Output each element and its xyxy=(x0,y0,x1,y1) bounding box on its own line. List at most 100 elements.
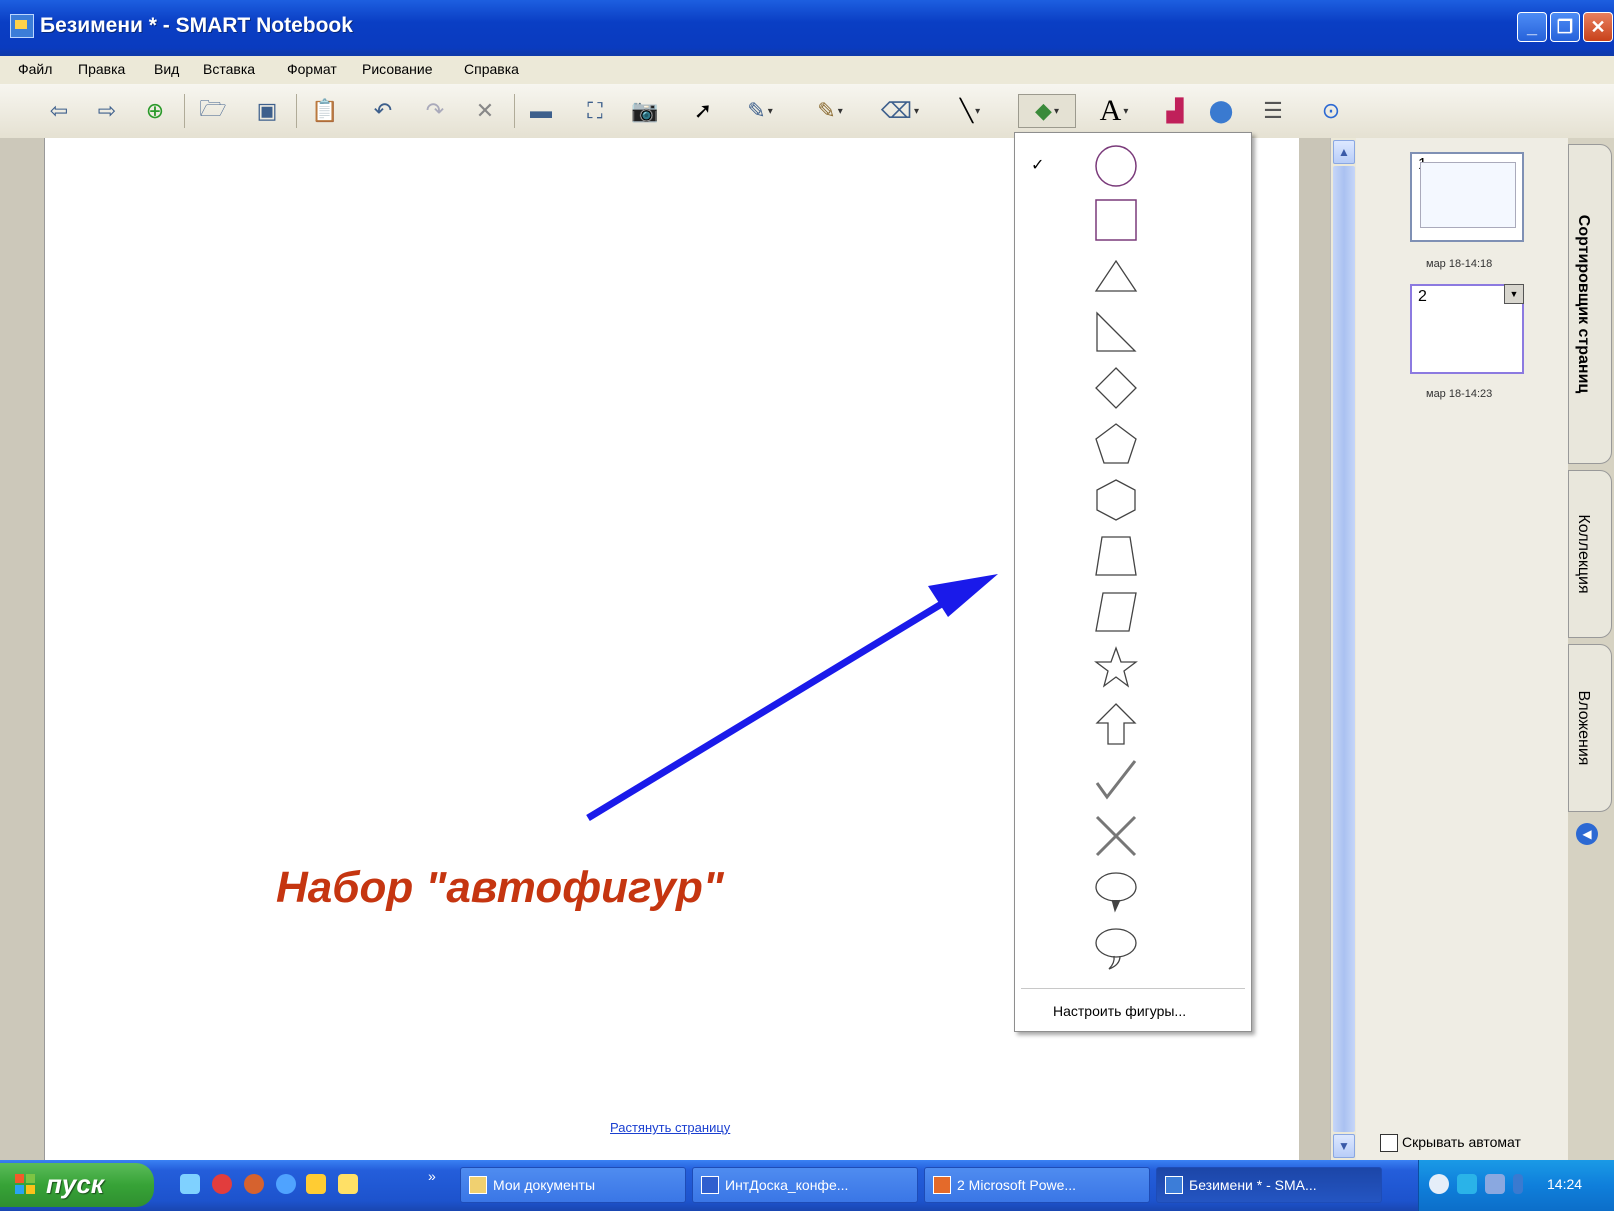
task-label: ИнтДоска_конфе... xyxy=(725,1177,849,1193)
checkmark-shape-icon xyxy=(1095,760,1137,800)
tab-gallery[interactable]: Коллекция xyxy=(1568,470,1612,638)
delete-button[interactable]: ✕ xyxy=(470,96,500,126)
canvas-right-margin xyxy=(1299,138,1330,1160)
properties-icon: ⬤ xyxy=(1208,98,1234,123)
eraser-button[interactable]: ⌫ ▾ xyxy=(876,96,924,126)
task-my-documents[interactable]: Мои документы xyxy=(460,1167,686,1203)
scroll-down-button[interactable]: ▼ xyxy=(1333,1134,1355,1158)
quicklaunch-app-icon[interactable] xyxy=(306,1174,326,1194)
arrow-up-shape-icon xyxy=(1095,703,1137,745)
task-smart-notebook[interactable]: Безимени * - SMA... xyxy=(1156,1167,1382,1203)
more-button[interactable]: ☰ xyxy=(1258,96,1288,126)
menu-insert[interactable]: Вставка xyxy=(203,61,255,77)
start-label: пуск xyxy=(46,1169,104,1199)
pen-icon: ✎ xyxy=(747,98,766,123)
screen-shade-button[interactable]: ▬ xyxy=(526,96,556,126)
line-button[interactable]: ╲ ▾ xyxy=(946,96,994,126)
page-menu-button[interactable]: ▼ xyxy=(1504,284,1524,304)
speech-bubble-shape-icon xyxy=(1095,872,1137,913)
autohide-label: Скрывать автомат xyxy=(1402,1134,1521,1150)
save-button[interactable]: ▣ xyxy=(252,96,282,126)
help-button[interactable]: ⊙ xyxy=(1316,96,1346,126)
shape-item-speech-bubble[interactable] xyxy=(1015,863,1251,918)
shape-item-hexagon[interactable] xyxy=(1015,471,1251,526)
vertical-scrollbar[interactable]: ▲ ▼ xyxy=(1330,138,1357,1160)
menu-file[interactable]: Файл xyxy=(18,61,52,77)
tray-app-icon[interactable] xyxy=(1513,1174,1523,1194)
shape-item-cross[interactable] xyxy=(1015,807,1251,862)
tray-collapse-icon[interactable] xyxy=(1429,1174,1449,1194)
quicklaunch-media-icon[interactable] xyxy=(244,1174,264,1194)
minimize-button[interactable]: _ xyxy=(1517,12,1547,42)
start-button[interactable]: пуск xyxy=(0,1163,154,1207)
shape-item-pentagon[interactable] xyxy=(1015,415,1251,470)
shape-item-diamond[interactable] xyxy=(1015,359,1251,414)
quicklaunch-expand-icon[interactable]: » xyxy=(428,1168,436,1184)
shape-item-square[interactable] xyxy=(1015,191,1251,246)
forward-button[interactable]: ⇨ xyxy=(92,96,122,126)
more-icon: ☰ xyxy=(1263,98,1283,123)
smart-notebook-icon xyxy=(1165,1176,1183,1194)
redo-button[interactable]: ↷ xyxy=(420,96,450,126)
quicklaunch-opera-icon[interactable] xyxy=(212,1174,232,1194)
add-page-button[interactable]: ⊕ xyxy=(140,96,170,126)
back-button[interactable]: ⇦ xyxy=(44,96,74,126)
shape-item-parallelogram[interactable] xyxy=(1015,583,1251,638)
shape-item-checkmark[interactable] xyxy=(1015,751,1251,806)
task-word-document[interactable]: ИнтДоска_конфе... xyxy=(692,1167,918,1203)
text-button[interactable]: A ▾ xyxy=(1090,94,1138,127)
customize-shapes-item[interactable]: Настроить фигуры... xyxy=(1053,1003,1186,1019)
trapezoid-shape-icon xyxy=(1095,536,1137,576)
select-button[interactable]: ➚ xyxy=(688,96,718,126)
undo-button[interactable]: ↶ xyxy=(368,96,398,126)
autohide-toggle[interactable]: Скрывать автомат xyxy=(1380,1134,1521,1153)
open-button[interactable]: 🗁 xyxy=(198,96,228,126)
paste-button[interactable]: 📋 xyxy=(310,96,340,126)
restore-button[interactable]: ❐ xyxy=(1550,12,1580,42)
tab-attachments[interactable]: Вложения xyxy=(1568,644,1612,812)
collapse-sidebar-icon[interactable]: ◀ xyxy=(1576,823,1598,845)
dropdown-arrow-icon: ▾ xyxy=(767,105,773,117)
tab-page-sorter[interactable]: Сортировщик страниц xyxy=(1568,144,1612,464)
redo-icon: ↷ xyxy=(425,98,445,123)
windows-logo-icon xyxy=(15,1174,35,1194)
creative-pen-button[interactable]: ✎ ▾ xyxy=(806,96,854,126)
properties-button[interactable]: ⬤ xyxy=(1206,96,1236,126)
shape-item-triangle[interactable] xyxy=(1015,247,1251,302)
task-powerpoint-group[interactable]: 2 Microsoft Powe... xyxy=(924,1167,1150,1203)
stretch-page-link[interactable]: Растянуть страницу xyxy=(610,1120,730,1135)
tray-network-icon[interactable] xyxy=(1457,1174,1477,1194)
full-screen-button[interactable]: ⛶ xyxy=(580,96,610,126)
fill-button[interactable]: ▟ xyxy=(1160,96,1190,126)
open-icon: 🗁 xyxy=(199,96,227,121)
shape-item-circle[interactable]: ✓ xyxy=(1015,137,1251,192)
scroll-thumb[interactable] xyxy=(1333,166,1355,1132)
right-triangle-shape-icon xyxy=(1096,311,1137,352)
pen-button[interactable]: ✎ ▾ xyxy=(736,96,784,126)
shape-item-star[interactable] xyxy=(1015,639,1251,694)
shape-item-right-triangle[interactable] xyxy=(1015,303,1251,358)
menu-view[interactable]: Вид xyxy=(154,61,179,77)
scroll-up-button[interactable]: ▲ xyxy=(1333,140,1355,164)
menu-format[interactable]: Формат xyxy=(287,61,337,77)
shape-item-arrow-up[interactable] xyxy=(1015,695,1251,750)
page-thumbnail[interactable]: 1 xyxy=(1410,152,1524,242)
autohide-checkbox[interactable] xyxy=(1380,1134,1398,1153)
toolbar: ⇦ ⇨ ⊕ 🗁 ▣ 📋 ↶ ↷ ✕ ▬ ⛶ 📷 ➚ ✎ ▾ ✎ ▾ ⌫ ▾ ╲ ▾ ◆ ▾… xyxy=(0,84,1614,139)
close-button[interactable]: ✕ xyxy=(1583,12,1613,42)
shapes-button[interactable]: ◆ ▾ xyxy=(1018,94,1076,128)
quicklaunch-ie-icon[interactable] xyxy=(276,1174,296,1194)
fill-icon: ▟ xyxy=(1166,98,1184,123)
shape-item-thought-bubble[interactable] xyxy=(1015,919,1251,974)
eraser-icon: ⌫ xyxy=(880,98,913,123)
quicklaunch-app2-icon[interactable] xyxy=(338,1174,358,1194)
quicklaunch-show-desktop-icon[interactable] xyxy=(180,1174,200,1194)
shape-item-trapezoid[interactable] xyxy=(1015,527,1251,582)
menu-draw[interactable]: Рисование xyxy=(362,61,433,77)
capture-button[interactable]: 📷 xyxy=(630,96,660,126)
menu-edit[interactable]: Правка xyxy=(78,61,125,77)
menu-help[interactable]: Справка xyxy=(464,61,519,77)
line-icon: ╲ xyxy=(959,98,974,123)
tray-volume-icon[interactable] xyxy=(1485,1174,1505,1194)
dropdown-arrow-icon: ▾ xyxy=(975,105,981,117)
